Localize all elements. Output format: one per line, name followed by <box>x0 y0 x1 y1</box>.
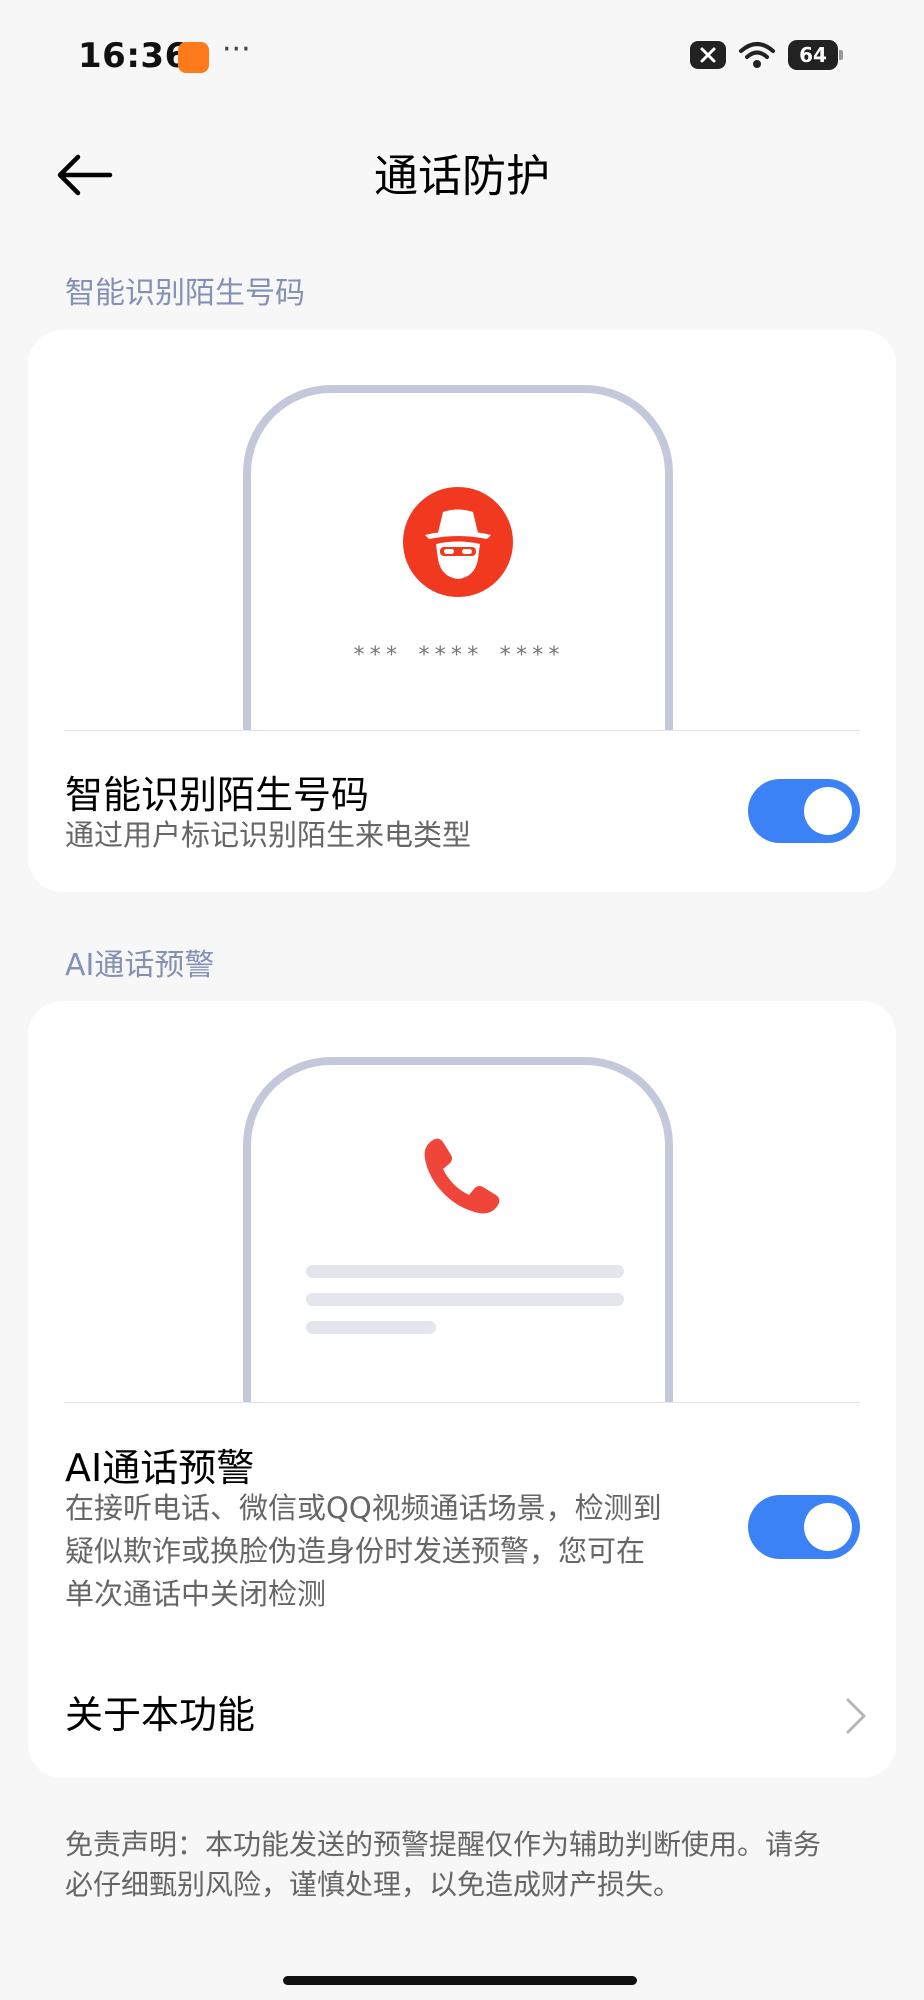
page-title: 通话防护 <box>374 151 550 202</box>
shop-app-icon <box>178 42 209 73</box>
disclaimer-line: 免责声明：本功能发送的预警提醒仅作为辅助判断使用。请务 <box>65 1828 822 1861</box>
status-right-icons: 64 <box>690 40 843 70</box>
phone-illustration: *** **** **** <box>243 385 673 730</box>
ai-warning-subtitle-line: 在接听电话、微信或QQ视频通话场景，检测到 <box>65 1491 662 1525</box>
disclaimer-text: 免责声明：本功能发送的预警提醒仅作为辅助判断使用。请务 必仔细甄别风险，谨慎处理… <box>65 1825 871 1905</box>
section-label-stranger-id: 智能识别陌生号码 <box>65 276 305 311</box>
ai-warning-subtitle: 在接听电话、微信或QQ视频通话场景，检测到 疑似欺诈或换脸伪造身份时发送预警，您… <box>65 1487 765 1616</box>
phone-illustration <box>243 1057 673 1402</box>
disclaimer-line: 必仔细甄别风险，谨慎处理，以免造成财产损失。 <box>65 1868 682 1901</box>
battery-icon: 64 <box>788 40 843 70</box>
status-time: 16:36 <box>78 36 189 76</box>
home-indicator[interactable] <box>283 1976 637 1985</box>
about-feature-label: 关于本功能 <box>65 1693 256 1737</box>
ai-warning-subtitle-line: 疑似欺诈或换脸伪造身份时发送预警，您可在 <box>65 1534 646 1568</box>
ai-warning-toggle[interactable] <box>748 1495 860 1559</box>
message-line-1 <box>306 1265 624 1278</box>
close-icon <box>690 41 726 69</box>
stranger-id-card: *** **** **** 智能识别陌生号码 通过用户标记识别陌生来电类型 <box>28 330 896 892</box>
card-divider <box>64 1402 860 1403</box>
toggle-knob <box>804 1503 852 1551</box>
status-more-dots: ··· <box>222 32 251 67</box>
phone-handset-icon <box>424 1138 500 1214</box>
ai-warning-card: AI通话预警 在接听电话、微信或QQ视频通话场景，检测到 疑似欺诈或换脸伪造身份… <box>28 1001 896 1778</box>
stranger-id-toggle[interactable] <box>748 779 860 843</box>
stranger-id-subtitle: 通过用户标记识别陌生来电类型 <box>65 818 472 852</box>
incognito-spy-icon <box>403 487 513 597</box>
toggle-knob <box>804 787 852 835</box>
card-divider <box>64 730 860 731</box>
stranger-id-title: 智能识别陌生号码 <box>65 773 370 817</box>
wifi-icon <box>739 42 775 68</box>
ai-warning-subtitle-line: 单次通话中关闭检测 <box>65 1577 327 1611</box>
masked-number: *** **** **** <box>352 643 564 668</box>
chevron-right-icon <box>846 1698 866 1734</box>
battery-level: 64 <box>799 43 827 67</box>
ai-warning-title: AI通话预警 <box>65 1446 255 1490</box>
section-label-ai-warning: AI通话预警 <box>65 948 215 983</box>
about-feature-row[interactable]: 关于本功能 <box>28 1656 896 1756</box>
message-line-2 <box>306 1293 624 1306</box>
message-line-3 <box>306 1321 436 1334</box>
